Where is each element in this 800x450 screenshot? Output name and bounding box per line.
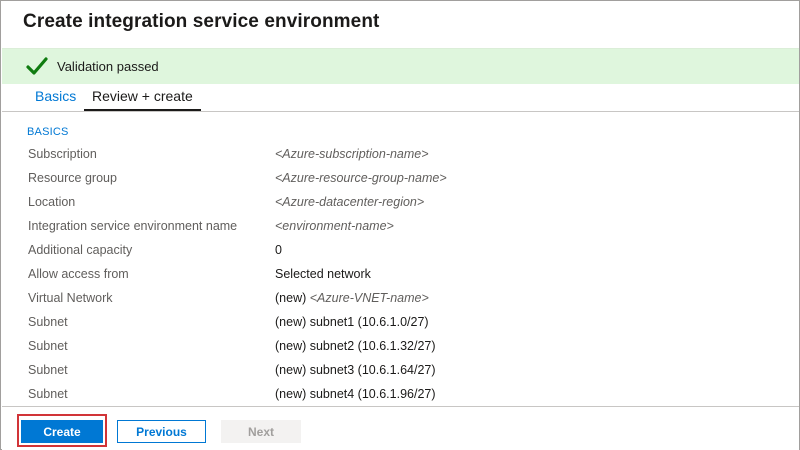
summary-row-value-text: (new) subnet4 (10.6.1.96/27) — [275, 387, 436, 401]
summary-row-value: <Azure-datacenter-region> — [275, 195, 424, 209]
summary-row-value: Selected network — [275, 267, 371, 281]
summary-row-label: Integration service environment name — [28, 219, 238, 233]
page-title: Create integration service environment — [23, 11, 380, 32]
summary-row: Location <Azure-datacenter-region> — [1, 195, 800, 213]
summary-row-value-text: (new) subnet1 (10.6.1.0/27) — [275, 315, 429, 329]
summary-row-value-text: <Azure-VNET-name> — [309, 291, 429, 305]
summary-row-value-text: (new) subnet2 (10.6.1.32/27) — [275, 339, 436, 353]
summary-row: Resource group <Azure-resource-group-name… — [1, 171, 800, 189]
summary-row-value: (new) subnet3 (10.6.1.64/27) — [275, 363, 436, 377]
summary-row-value-text: (new) subnet3 (10.6.1.64/27) — [275, 363, 436, 377]
summary-row-value: (new) subnet1 (10.6.1.0/27) — [275, 315, 429, 329]
summary-row: Virtual Network (new) <Azure-VNET-name> — [1, 291, 800, 309]
checkmark-icon — [26, 57, 48, 75]
summary-row-label: Subscription — [28, 147, 97, 161]
summary-row: Additional capacity 0 — [1, 243, 800, 261]
tab-basics[interactable]: Basics — [35, 88, 76, 112]
summary-row-value: 0 — [275, 243, 282, 257]
summary-row-label: Virtual Network — [28, 291, 113, 305]
summary-row-label: Location — [28, 195, 76, 209]
summary-row-label: Subnet — [28, 387, 68, 401]
summary-row-value: (new) <Azure-VNET-name> — [275, 291, 429, 305]
summary-row: Subnet (new) subnet4 (10.6.1.96/27) — [1, 387, 800, 405]
summary-row-label: Subnet — [28, 339, 68, 353]
summary-row-label: Allow access from — [28, 267, 129, 281]
summary-row-value: (new) subnet4 (10.6.1.96/27) — [275, 387, 436, 401]
summary-row-value-text: <Azure-datacenter-region> — [275, 195, 425, 209]
tab-bar: Basics Review + create — [2, 84, 799, 112]
summary-row-value: <Azure-resource-group-name> — [275, 171, 447, 185]
summary-row-label: Subnet — [28, 363, 68, 377]
next-button: Next — [221, 420, 301, 443]
summary-row-value: (new) subnet2 (10.6.1.32/27) — [275, 339, 436, 353]
summary-row-value-text: Selected network — [275, 267, 371, 281]
validation-message: Validation passed — [57, 59, 159, 74]
summary-row: Allow access from Selected network — [1, 267, 800, 285]
footer-bar: Create Previous Next — [2, 406, 799, 450]
create-ise-blade: Create integration service environment V… — [0, 0, 800, 450]
previous-button[interactable]: Previous — [117, 420, 206, 443]
summary-row-value: <Azure-subscription-name> — [275, 147, 429, 161]
summary-row-label: Additional capacity — [28, 243, 133, 257]
summary-row: Subnet (new) subnet1 (10.6.1.0/27) — [1, 315, 800, 333]
summary-row-value-text: 0 — [275, 243, 282, 257]
summary-row: Subscription <Azure-subscription-name> — [1, 147, 800, 165]
summary-row-value-text: <Azure-subscription-name> — [275, 147, 429, 161]
section-heading-basics: BASICS — [27, 126, 69, 138]
active-tab-indicator — [84, 109, 201, 111]
summary-row-label: Resource group — [28, 171, 117, 185]
summary-row-value-prefix: (new) — [275, 291, 310, 305]
summary-row: Subnet (new) subnet3 (10.6.1.64/27) — [1, 363, 800, 381]
summary-row: Subnet (new) subnet2 (10.6.1.32/27) — [1, 339, 800, 357]
create-button[interactable]: Create — [21, 420, 103, 443]
summary-row: Integration service environment name <env… — [1, 219, 800, 237]
summary-row-value-text: <Azure-resource-group-name> — [275, 171, 447, 185]
summary-row-value-text: <environment-name> — [275, 219, 394, 233]
summary-row-value: <environment-name> — [275, 219, 394, 233]
summary-row-label: Subnet — [28, 315, 68, 329]
validation-banner: Validation passed — [2, 48, 799, 84]
